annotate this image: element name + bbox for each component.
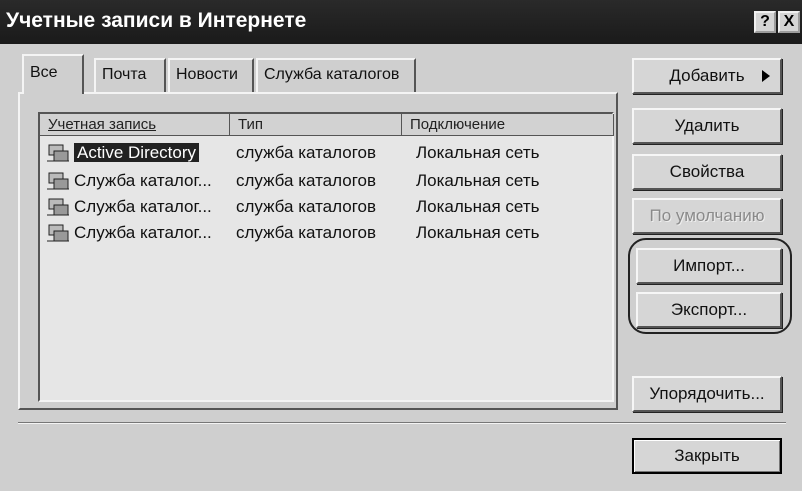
help-button[interactable]: ? xyxy=(754,11,776,33)
submenu-arrow-icon xyxy=(762,70,770,82)
list-item[interactable]: Active Directory служба каталогов Локаль… xyxy=(46,140,606,166)
internet-accounts-dialog: Учетные записи в Интернете ? X Все Почта… xyxy=(0,0,802,491)
tab-directory-service[interactable]: Служба каталогов xyxy=(256,58,416,92)
tab-directory-service-label: Служба каталогов xyxy=(264,66,400,83)
export-button[interactable]: Экспорт... xyxy=(636,292,782,328)
tab-news-label: Новости xyxy=(176,66,238,83)
list-item[interactable]: Служба каталог... служба каталогов Локал… xyxy=(46,220,606,246)
separator xyxy=(18,422,786,424)
title-bar: Учетные записи в Интернете ? X xyxy=(0,0,802,44)
account-connection: Локальная сеть xyxy=(416,197,540,216)
window-title: Учетные записи в Интернете xyxy=(6,9,307,32)
account-name: Active Directory xyxy=(74,143,200,162)
list-item[interactable]: Служба каталог... служба каталогов Локал… xyxy=(46,168,606,194)
account-type: служба каталогов xyxy=(236,171,377,190)
set-default-button[interactable]: По умолчанию xyxy=(632,198,782,234)
account-name: Служба каталог... xyxy=(74,197,212,216)
accounts-list[interactable]: Учетная запись Тип Подключение Active Di… xyxy=(38,112,614,402)
account-type: служба каталогов xyxy=(236,143,377,162)
order-button[interactable]: Упорядочить... xyxy=(632,376,782,412)
tab-mail-label: Почта xyxy=(102,66,147,83)
list-item[interactable]: Служба каталог... служба каталогов Локал… xyxy=(46,194,606,220)
tab-all[interactable]: Все xyxy=(22,54,84,94)
directory-service-icon xyxy=(47,144,69,162)
directory-service-icon xyxy=(47,172,69,190)
account-type: служба каталогов xyxy=(236,223,377,242)
account-type: служба каталогов xyxy=(236,197,377,216)
tab-all-label: Все xyxy=(30,64,58,81)
remove-button[interactable]: Удалить xyxy=(632,108,782,144)
account-connection: Локальная сеть xyxy=(416,171,540,190)
tab-mail[interactable]: Почта xyxy=(94,58,166,92)
column-header-account[interactable]: Учетная запись xyxy=(40,114,230,136)
account-name: Служба каталог... xyxy=(74,171,212,190)
directory-service-icon xyxy=(47,224,69,242)
close-window-button[interactable]: X xyxy=(778,11,800,33)
add-button-label: Добавить xyxy=(669,66,745,85)
close-button[interactable]: Закрыть xyxy=(632,438,782,474)
add-button[interactable]: Добавить xyxy=(632,58,782,94)
column-header-type[interactable]: Тип xyxy=(230,114,402,136)
account-connection: Локальная сеть xyxy=(416,143,540,162)
directory-service-icon xyxy=(47,198,69,216)
properties-button[interactable]: Свойства xyxy=(632,154,782,190)
account-connection: Локальная сеть xyxy=(416,223,540,242)
column-header-connection[interactable]: Подключение xyxy=(402,114,614,136)
tab-news[interactable]: Новости xyxy=(168,58,254,92)
import-button[interactable]: Импорт... xyxy=(636,248,782,284)
account-name: Служба каталог... xyxy=(74,223,212,242)
